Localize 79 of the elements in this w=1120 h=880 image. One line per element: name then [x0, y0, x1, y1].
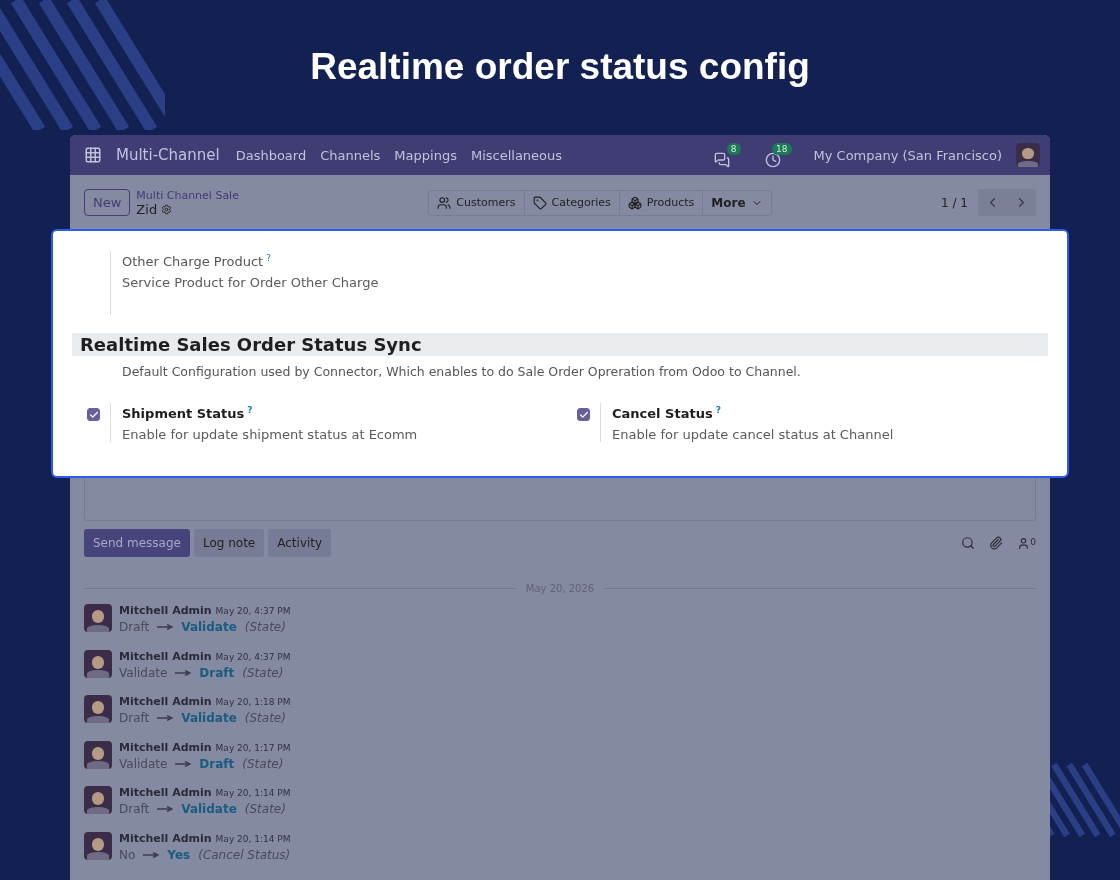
old-value: Draft — [119, 711, 150, 725]
settings-icon[interactable] — [161, 203, 173, 215]
smart-button[interactable]: Customers — [429, 190, 525, 215]
old-value: Draft — [119, 620, 150, 634]
arrow-icon — [157, 624, 174, 630]
message-author: Mitchell Admin — [119, 649, 212, 663]
option-description: Enable for update shipment status at Ecomm — [122, 427, 418, 443]
message-time: May 20, 4:37 PM — [215, 651, 291, 662]
app-name[interactable]: Multi-Channel — [116, 146, 220, 164]
message-author: Mitchell Admin — [119, 786, 212, 799]
chatter-button[interactable]: Log note — [193, 529, 265, 557]
breadcrumb-link[interactable]: Multi Channel Sale — [136, 188, 417, 202]
chatter-button[interactable]: Activity — [268, 529, 332, 557]
new-value: Validate — [181, 711, 237, 725]
message-author: Mitchell Admin — [119, 831, 212, 845]
new-value: Draft — [199, 665, 235, 680]
boxes-icon — [627, 195, 642, 210]
arrow-icon — [157, 806, 174, 812]
users-icon — [437, 195, 452, 210]
new-value: Yes — [167, 847, 191, 862]
avatar — [84, 649, 112, 678]
paperclip-icon[interactable] — [989, 536, 1004, 550]
message-time: May 20, 1:14 PM — [215, 833, 291, 844]
followers-button[interactable]: 0 — [1017, 536, 1036, 550]
chatter-button[interactable]: Send message — [84, 529, 190, 557]
message-time: May 20, 1:18 PM — [215, 697, 291, 707]
new-value: Validate — [181, 802, 237, 816]
field-name: (State) — [244, 711, 286, 725]
avatar — [84, 831, 112, 860]
apps-menu-icon[interactable] — [84, 146, 102, 164]
avatar — [84, 604, 112, 632]
arrow-icon — [175, 669, 192, 676]
message-author: Mitchell Admin — [119, 604, 212, 617]
field-label: Other Charge Product $^{?}$ — [122, 253, 272, 270]
new-value: Validate — [181, 620, 237, 634]
option-label: Shipment Status $^{?}$ — [122, 405, 254, 422]
message-time: May 20, 1:17 PM — [215, 742, 291, 753]
field-name: (Cancel Status) — [198, 847, 291, 862]
message-time: May 20, 4:37 PM — [215, 606, 291, 616]
avatar — [84, 740, 112, 769]
checkbox[interactable] — [577, 408, 590, 421]
search-icon[interactable] — [961, 536, 976, 550]
message-time: May 20, 1:14 PM — [215, 788, 291, 798]
menu-item[interactable]: Channels — [320, 147, 381, 163]
record-title: Zid — [136, 201, 417, 217]
old-value: Draft — [119, 802, 150, 816]
new-value: Draft — [199, 756, 235, 771]
arrow-icon — [143, 851, 160, 858]
smart-button[interactable]: Products — [619, 190, 704, 215]
tag-icon — [532, 195, 547, 210]
more-button[interactable]: More — [703, 190, 771, 215]
menu-item[interactable]: Dashboard — [235, 147, 307, 163]
old-value: Validate — [119, 756, 168, 771]
message-author: Mitchell Admin — [119, 695, 212, 708]
checkbox[interactable] — [87, 408, 100, 421]
message-author: Mitchell Admin — [119, 740, 212, 754]
field-name: (State) — [242, 756, 284, 771]
avatar — [84, 786, 112, 814]
avatar — [84, 695, 112, 723]
field-name: (State) — [242, 665, 284, 680]
section-title: Realtime Sales Order Status Sync — [72, 333, 1048, 356]
pager-value: 1 / 1 — [941, 195, 968, 210]
old-value: Validate — [119, 665, 168, 680]
field-name: (State) — [244, 620, 286, 634]
field-description: Service Product for Order Other Charge — [122, 275, 379, 291]
menu-item[interactable]: Mappings — [394, 147, 457, 163]
arrow-icon — [157, 715, 174, 721]
new-button[interactable]: New — [84, 189, 131, 216]
old-value: No — [119, 847, 136, 862]
company-switcher[interactable]: My Company (San Francisco) — [813, 147, 1002, 163]
section-description: Default Configuration used by Connector, Which enables to do Sale Order Opreration from Odoo to Channel. — [122, 364, 802, 379]
smart-button[interactable]: Categories — [524, 190, 620, 215]
option-label: Cancel Status $^{?}$ — [612, 405, 722, 422]
page-heading: Realtime order status config — [310, 46, 810, 89]
option-description: Enable for update cancel status at Channel — [612, 427, 894, 443]
menu-item[interactable]: Miscellaneous — [470, 147, 563, 163]
avatar — [1016, 143, 1040, 167]
arrow-icon — [175, 760, 192, 767]
field-name: (State) — [244, 802, 286, 816]
